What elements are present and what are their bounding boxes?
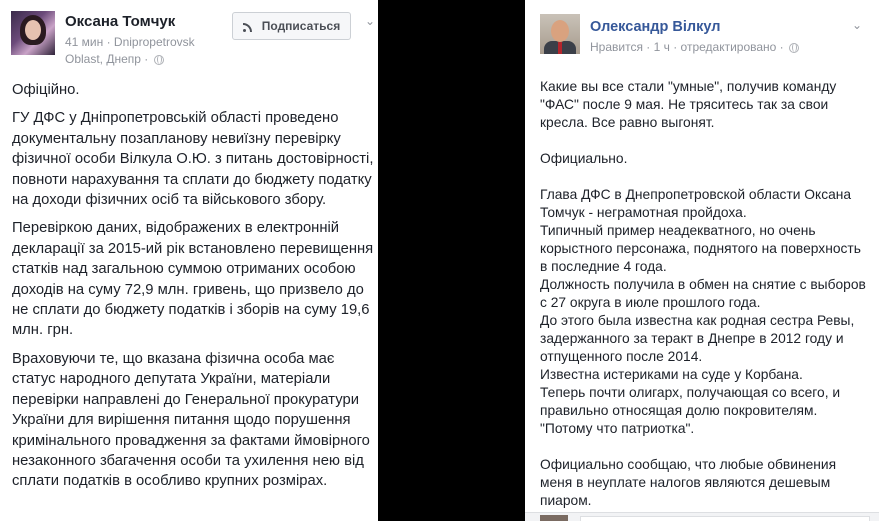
- post-line: Официально.: [540, 151, 628, 166]
- post-paragraph: ГУ ДФС у Дніпропетровській області прове…: [12, 110, 374, 209]
- author-avatar[interactable]: [540, 14, 580, 54]
- globe-icon: [153, 55, 164, 65]
- post-meta-text[interactable]: Нравится · 1 ч · отредактировано ·: [590, 40, 784, 54]
- globe-icon: [789, 43, 800, 53]
- author-name[interactable]: Олександр Вілкул: [590, 19, 720, 35]
- post-line: Глава ДФС в Днепропетровской области Окс…: [540, 187, 852, 220]
- post-paragraph: Перевіркою даних, відображених в електро…: [12, 220, 374, 339]
- comment-input[interactable]: [580, 516, 870, 521]
- subscribe-button[interactable]: Подписаться: [232, 12, 351, 40]
- post-line: Типичный пример неадекватного, но очень …: [540, 223, 861, 274]
- post-meta-text[interactable]: 41 мин · Dnipropetrovsk Oblast, Днепр ·: [65, 35, 195, 66]
- post-line: Должность получила в обмен на снятие с в…: [540, 277, 866, 310]
- chevron-down-icon[interactable]: ⌄: [365, 14, 375, 28]
- chevron-down-icon[interactable]: ⌄: [852, 18, 862, 32]
- post-body: Какие вы все стали "умные", получив кома…: [540, 78, 870, 510]
- subscribe-label: Подписаться: [261, 19, 341, 33]
- screenshot-canvas: Оксана Томчук 41 мин · Dnipropetrovsk Ob…: [0, 0, 879, 521]
- commenter-avatar: [540, 515, 568, 521]
- comment-bar: [525, 512, 879, 521]
- rss-icon: [242, 20, 255, 32]
- post-line: Какие вы все стали "умные", получив кома…: [540, 79, 837, 130]
- post-paragraph: Враховуючи те, що вказана фізична особа …: [12, 350, 370, 490]
- post-line: До этого была известна как родная сестра…: [540, 313, 855, 364]
- post-line: Известна истериками на суде у Корбана.: [540, 367, 803, 382]
- post-line: Теперь почти олигарх, получающая со всег…: [540, 385, 841, 418]
- post-left: Оксана Томчук 41 мин · Dnipropetrovsk Ob…: [0, 0, 378, 521]
- post-meta: 41 мин · Dnipropetrovsk Oblast, Днепр ·: [65, 34, 225, 68]
- post-meta: Нравится · 1 ч · отредактировано ·: [590, 40, 800, 54]
- post-right: Олександр Вілкул Нравится · 1 ч · отреда…: [525, 0, 879, 521]
- post-line: "Потому что патриотка".: [540, 421, 695, 436]
- author-name[interactable]: Оксана Томчук: [65, 13, 175, 30]
- post-body: Офіційно. ГУ ДФС у Дніпропетровській обл…: [12, 80, 374, 500]
- post-paragraph: Офіційно.: [12, 82, 80, 98]
- post-line: Официально сообщаю, что любые обвинения …: [540, 457, 837, 508]
- author-avatar[interactable]: [11, 11, 55, 55]
